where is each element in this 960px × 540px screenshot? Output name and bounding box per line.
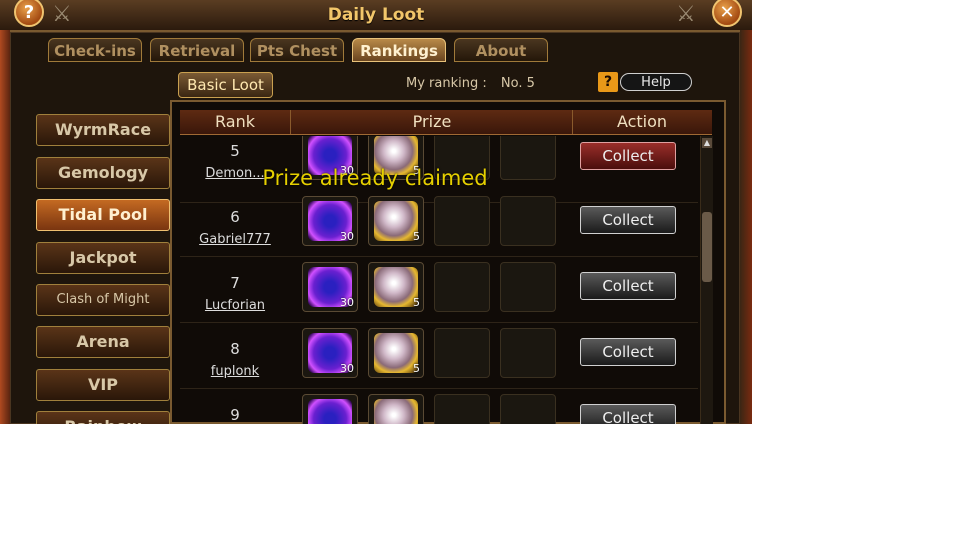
- collect-button[interactable]: Collect: [580, 404, 676, 424]
- empty-slot: [500, 262, 556, 312]
- sidebar-item-arena[interactable]: Arena: [36, 326, 170, 358]
- rank-number: 5: [230, 142, 240, 160]
- item-quantity: 5: [413, 230, 420, 243]
- rank-number: 6: [230, 208, 240, 226]
- table-row: 6 Gabriel777 30 5 Collect: [180, 190, 698, 257]
- scrollbar[interactable]: ▲: [700, 136, 713, 424]
- pearl-icon: [374, 399, 418, 424]
- scroll-up-arrow-icon[interactable]: ▲: [702, 138, 712, 148]
- table-row: 8 fuplonk 30 5 Collect: [180, 322, 698, 389]
- collect-button[interactable]: Collect: [580, 338, 676, 366]
- item-quantity: 5: [413, 296, 420, 309]
- sidebar-item-tidal-pool[interactable]: Tidal Pool: [36, 199, 170, 231]
- sidebar-item-jackpot[interactable]: Jackpot: [36, 242, 170, 274]
- empty-slot: [434, 196, 490, 246]
- help-button[interactable]: ? Help: [598, 72, 696, 94]
- empty-slot: [434, 262, 490, 312]
- sidebar-item-rainbow[interactable]: Rainbow: [36, 411, 170, 424]
- player-name-link[interactable]: Lucforian: [180, 298, 290, 313]
- empty-slot: [500, 328, 556, 378]
- collect-button[interactable]: Collect: [580, 142, 676, 170]
- window-title: Daily Loot: [327, 5, 425, 25]
- sidebar-item-clash-of-might[interactable]: Clash of Might: [36, 284, 170, 316]
- tab-rankings[interactable]: Rankings: [352, 38, 446, 62]
- table-row: 7 Lucforian 30 5 Collect: [180, 256, 698, 323]
- player-name-link[interactable]: fuplonk: [180, 364, 290, 379]
- empty-slot: [434, 328, 490, 378]
- prize-slot[interactable]: [302, 394, 358, 424]
- header-prize: Prize: [290, 110, 573, 134]
- daily-loot-window: ? ⚔ Daily Loot ⚔ ✕ Check-ins Retrieval P…: [0, 0, 752, 424]
- table-header: Rank Prize Action: [180, 110, 712, 135]
- player-name-link[interactable]: Gabriel777: [180, 232, 290, 247]
- item-quantity: 30: [340, 362, 354, 375]
- tab-about[interactable]: About: [454, 38, 548, 62]
- sidebar-item-gemology[interactable]: Gemology: [36, 157, 170, 189]
- pearl-icon: [374, 267, 418, 307]
- empty-slot: [500, 394, 556, 424]
- prize-claimed-notice: Prize already claimed: [262, 166, 488, 190]
- tab-check-ins[interactable]: Check-ins: [48, 38, 142, 62]
- sidebar-item-wyrmrace[interactable]: WyrmRace: [36, 114, 170, 146]
- item-quantity: 30: [340, 230, 354, 243]
- prize-slot[interactable]: 5: [368, 196, 424, 246]
- title-bar: ? ⚔ Daily Loot ⚔ ✕: [0, 0, 752, 32]
- collect-button[interactable]: Collect: [580, 206, 676, 234]
- empty-slot: [434, 394, 490, 424]
- sidebar-item-vip[interactable]: VIP: [36, 369, 170, 401]
- collect-button[interactable]: Collect: [580, 272, 676, 300]
- help-label: Help: [620, 73, 692, 91]
- rank-number: 7: [230, 274, 240, 292]
- prize-slot[interactable]: 30: [302, 262, 358, 312]
- my-ranking-value: No. 5: [500, 76, 535, 91]
- purple-orb-icon: [308, 399, 352, 424]
- item-quantity: 5: [413, 362, 420, 375]
- prize-slot[interactable]: 30: [302, 196, 358, 246]
- header-rank: Rank: [215, 112, 255, 131]
- item-quantity: 30: [340, 296, 354, 309]
- prize-slot[interactable]: 30: [302, 328, 358, 378]
- header-action: Action: [572, 110, 711, 134]
- my-ranking-label: My ranking :: [406, 76, 487, 91]
- crossed-swords-icon: ⚔: [676, 2, 696, 27]
- scrollbar-thumb[interactable]: [702, 212, 712, 282]
- basic-loot-tab[interactable]: Basic Loot: [178, 72, 273, 98]
- pearl-icon: [374, 333, 418, 373]
- prize-slot[interactable]: 5: [368, 328, 424, 378]
- table-row: 9 Collect: [180, 388, 698, 424]
- frame-right-edge: [740, 30, 752, 424]
- empty-slot: [500, 196, 556, 246]
- rank-number: 8: [230, 340, 240, 358]
- prize-slot[interactable]: [368, 394, 424, 424]
- prize-slot[interactable]: 5: [368, 262, 424, 312]
- pearl-icon: [374, 201, 418, 241]
- my-ranking: My ranking : No. 5: [406, 76, 535, 91]
- frame-left-edge: [0, 30, 10, 424]
- tab-pts-chest[interactable]: Pts Chest: [250, 38, 344, 62]
- question-icon: ?: [598, 72, 618, 92]
- tab-retrieval[interactable]: Retrieval: [150, 38, 244, 62]
- rank-number: 9: [230, 406, 240, 424]
